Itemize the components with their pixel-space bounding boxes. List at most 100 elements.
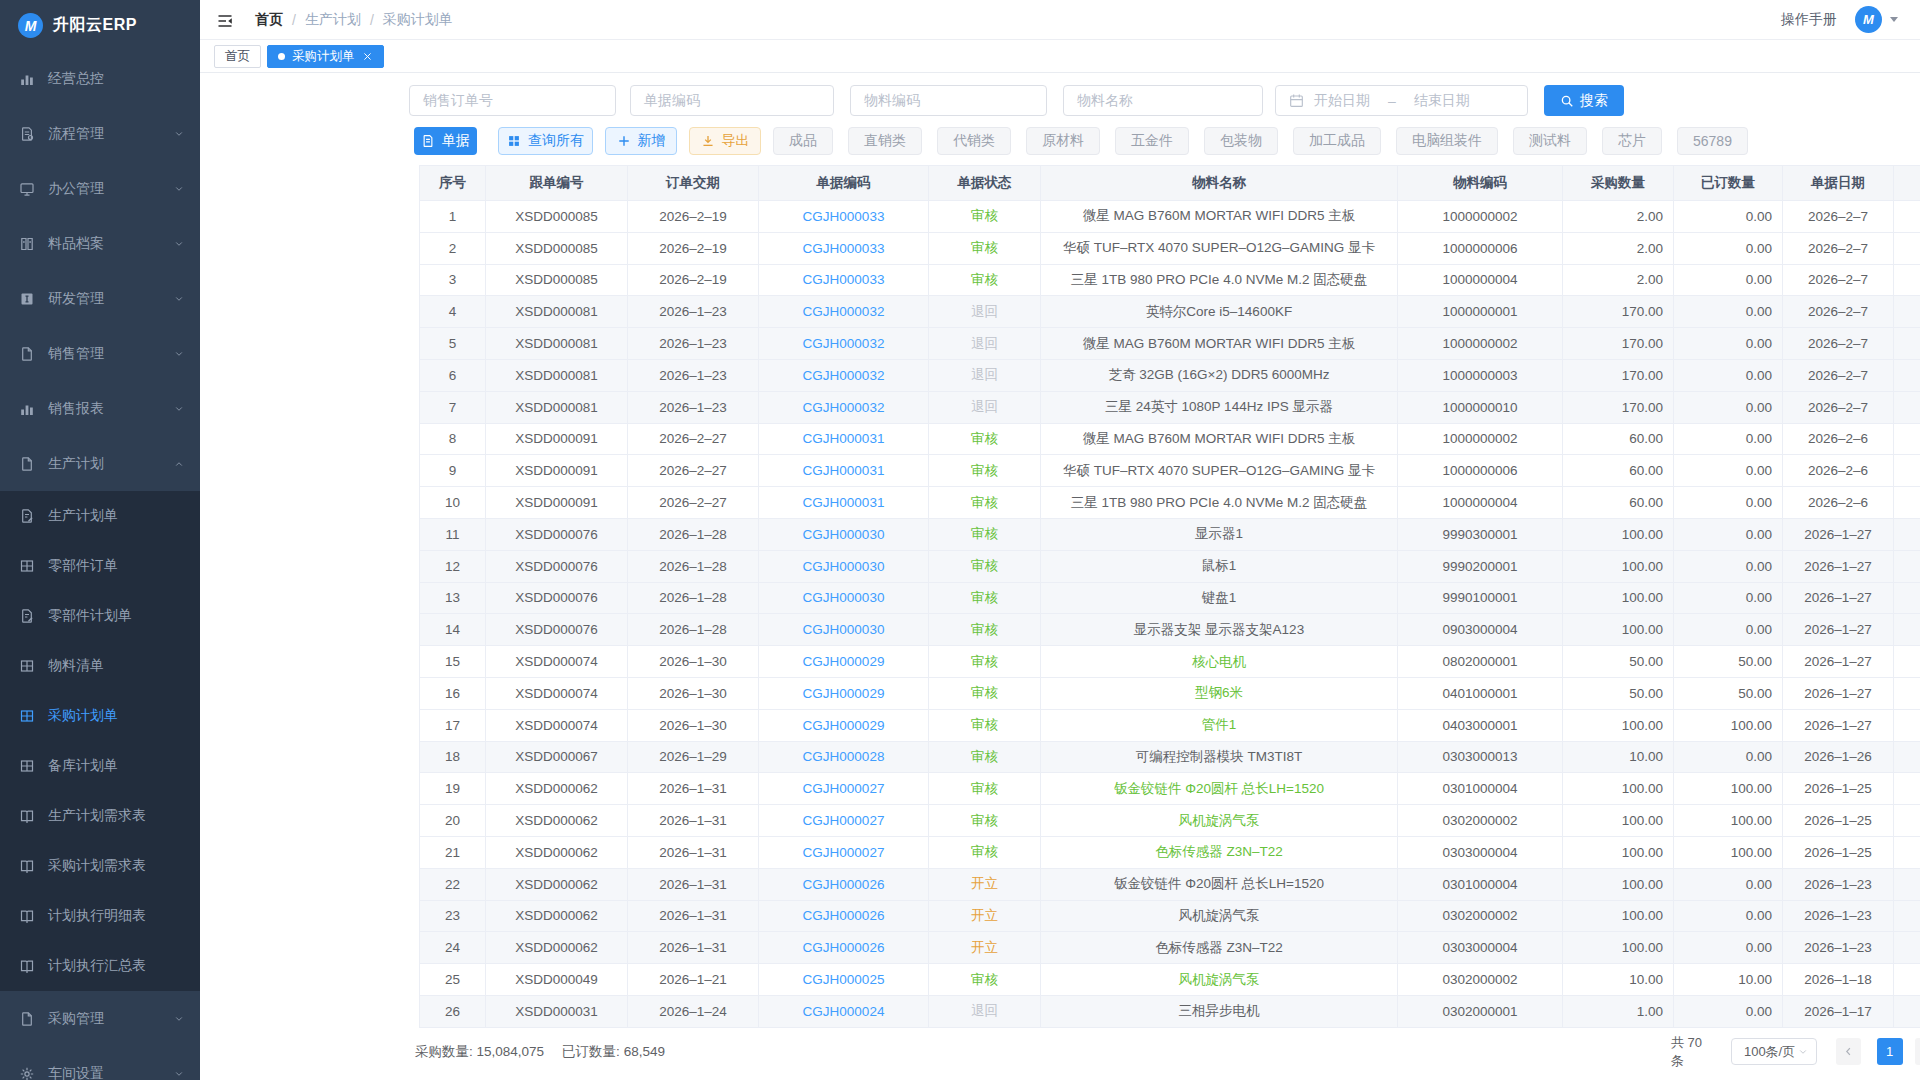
doc-link[interactable]: CGJH000024 [803,1004,885,1019]
doc-link[interactable]: CGJH000029 [803,686,885,701]
sidebar-subitem-2[interactable]: 零部件计划单 [0,591,200,641]
doc-link[interactable]: CGJH000029 [803,718,885,733]
sidebar-item-7[interactable]: 生产计划 [0,436,200,491]
category-button-6[interactable]: 加工成品 [1293,127,1381,155]
material-code-input[interactable]: 物料编码 [850,85,1047,116]
manual-link[interactable]: 操作手册 [1781,11,1837,29]
doc-link[interactable]: CGJH000032 [803,336,885,351]
column-header: 单据编码 [759,166,929,200]
doc-link[interactable]: CGJH000028 [803,749,885,764]
tab-0[interactable]: 首页 [214,45,261,68]
cell-note [1894,869,1920,900]
chevron-down-icon [1798,1047,1808,1057]
doc-link[interactable]: CGJH000031 [803,495,885,510]
table-row: 5XSDD0000812026–1–23CGJH000032退回微星 MAG B… [420,327,1920,359]
category-button-1[interactable]: 直销类 [848,127,922,155]
sidebar-item-9[interactable]: 车间设置 [0,1046,200,1080]
doc-code-input[interactable]: 单据编码 [630,85,834,116]
cell-doc-code: CGJH000031 [759,455,929,486]
sidebar-item-4[interactable]: 研发管理 [0,271,200,326]
sidebar-subitem-1[interactable]: 零部件订单 [0,541,200,591]
doc-link[interactable]: CGJH000030 [803,527,885,542]
add-button[interactable]: 新增 [605,127,677,155]
doc-link[interactable]: CGJH000026 [803,877,885,892]
breadcrumb-item-0[interactable]: 首页 [255,11,283,29]
doc-link[interactable]: CGJH000031 [803,463,885,478]
sidebar-item-0[interactable]: 经营总控 [0,51,200,106]
doc-link[interactable]: CGJH000025 [803,972,885,987]
export-button[interactable]: 导出 [689,127,761,155]
page-size-select[interactable]: 100条/页 [1731,1038,1817,1065]
page-number-button[interactable]: 1 [1877,1038,1903,1065]
caret-down-icon[interactable] [1890,17,1898,26]
table-row: 22XSDD0000622026–1–31CGJH000026开立钣金铰链件 Φ… [420,868,1920,900]
sidebar-subitem-4[interactable]: 采购计划单 [0,691,200,741]
material-name-input[interactable]: 物料名称 [1063,85,1263,116]
doc-link[interactable]: CGJH000026 [803,908,885,923]
prev-page-button[interactable] [1836,1038,1861,1065]
sidebar-item-5[interactable]: 销售管理 [0,326,200,381]
sales-order-input[interactable]: 销售订单号 [409,85,616,116]
sidebar-subitem-7[interactable]: 采购计划需求表 [0,841,200,891]
sidebar-item-6[interactable]: 销售报表 [0,381,200,436]
research-icon [19,291,35,307]
sidebar-subitem-9[interactable]: 计划执行汇总表 [0,941,200,991]
cell-purchase-qty: 170.00 [1563,392,1674,423]
avatar[interactable]: M [1855,6,1882,33]
doc-link[interactable]: CGJH000032 [803,400,885,415]
purchase-total: 采购数量: 15,084,075 [415,1043,544,1061]
next-page-button[interactable] [1915,1038,1920,1065]
category-button-9[interactable]: 芯片 [1602,127,1662,155]
tab-1[interactable]: 采购计划单 [267,45,384,68]
cell-doc-date: 2026–2–7 [1783,360,1894,391]
cell-order-no: XSDD000081 [486,392,628,423]
doc-link[interactable]: CGJH000032 [803,304,885,319]
category-button-3[interactable]: 原材料 [1026,127,1100,155]
sidebar-item-8[interactable]: 采购管理 [0,991,200,1046]
query-all-button[interactable]: 查询所有 [498,127,593,155]
doc-link[interactable]: CGJH000030 [803,559,885,574]
doc-link[interactable]: CGJH000026 [803,940,885,955]
category-button-0[interactable]: 成品 [773,127,833,155]
doc-link[interactable]: CGJH000032 [803,368,885,383]
cell-material-name: 风机旋涡气泵 [1041,901,1398,932]
category-button-10[interactable]: 56789 [1677,127,1748,155]
category-button-2[interactable]: 代销类 [937,127,1011,155]
date-range-input[interactable]: 开始日期–结束日期 [1275,85,1528,116]
breadcrumb-item-1[interactable]: 生产计划 [305,11,361,29]
doc-link[interactable]: CGJH000030 [803,622,885,637]
hamburger-icon[interactable] [217,13,233,27]
sidebar-item-2[interactable]: 办公管理 [0,161,200,216]
sidebar-subitem-6[interactable]: 生产计划需求表 [0,791,200,841]
cell-note [1894,710,1920,741]
category-button-8[interactable]: 测试料 [1513,127,1587,155]
doc-link[interactable]: CGJH000027 [803,813,885,828]
doc-link[interactable]: CGJH000033 [803,241,885,256]
sidebar-subitem-3[interactable]: 物料清单 [0,641,200,691]
doc-link[interactable]: CGJH000027 [803,845,885,860]
doc-button[interactable]: 单据 [414,127,477,155]
category-button-5[interactable]: 包装物 [1204,127,1278,155]
sidebar-item-1[interactable]: 流程管理 [0,106,200,161]
doc-link[interactable]: CGJH000033 [803,272,885,287]
close-icon[interactable] [362,51,373,62]
sidebar-subitem-5[interactable]: 备库计划单 [0,741,200,791]
sidebar-item-3[interactable]: 料品档案 [0,216,200,271]
chevron-down-icon [174,404,184,414]
cell-ordered-qty: 0.00 [1674,392,1783,423]
category-button-4[interactable]: 五金件 [1115,127,1189,155]
cell-order-no: XSDD000076 [486,551,628,582]
doc-link[interactable]: CGJH000031 [803,431,885,446]
sidebar-subitem-0[interactable]: 生产计划单 [0,491,200,541]
category-button-7[interactable]: 电脑组装件 [1396,127,1498,155]
doc-link[interactable]: CGJH000029 [803,654,885,669]
doc-link[interactable]: CGJH000033 [803,209,885,224]
table-row: 17XSDD0000742026–1–30CGJH000029审核管件10403… [420,709,1920,741]
chevron-down-icon [174,129,184,139]
cell-status: 开立 [929,869,1041,900]
cell-due-date: 2026–1–31 [628,837,759,868]
sidebar-subitem-8[interactable]: 计划执行明细表 [0,891,200,941]
search-button[interactable]: 搜索 [1544,85,1624,116]
doc-link[interactable]: CGJH000027 [803,781,885,796]
doc-link[interactable]: CGJH000030 [803,590,885,605]
